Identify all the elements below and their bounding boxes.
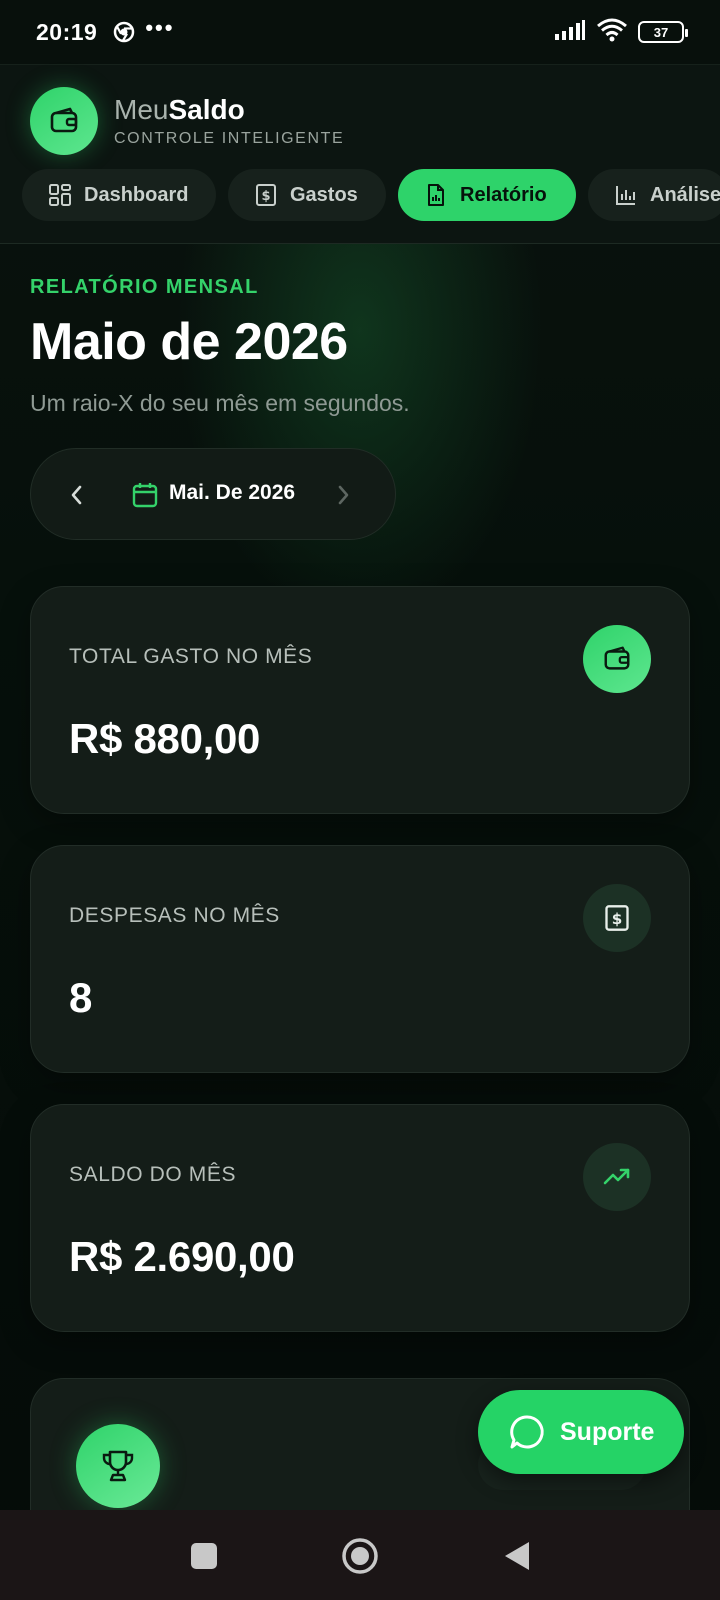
more-notifications-icon: ••• xyxy=(145,15,175,40)
page-title: Maio de 2026 xyxy=(30,313,348,371)
card-value: 8 xyxy=(69,974,93,1021)
status-time: 20:19 xyxy=(36,18,98,45)
recent-apps-icon[interactable] xyxy=(191,1543,217,1569)
card-value: R$ 2.690,00 xyxy=(69,1233,295,1280)
tab-label: Análise xyxy=(650,183,720,206)
chevron-right-icon[interactable] xyxy=(331,481,355,509)
chat-bubble-icon xyxy=(508,1413,546,1451)
system-navigation-bar xyxy=(0,1510,720,1600)
battery-icon: 37 xyxy=(638,21,688,43)
receipt-icon: $ xyxy=(254,183,278,207)
dashboard-icon xyxy=(48,183,72,207)
tab-label: Relatório xyxy=(460,183,547,206)
card-saldo: SALDO DO MÊS R$ 2.690,00 xyxy=(30,1104,690,1332)
receipt-icon: $ xyxy=(583,884,651,952)
month-label[interactable]: Mai. De 2026 xyxy=(169,481,295,505)
brand-text: MeuSaldo CONTROLE INTELIGENTE xyxy=(114,94,344,148)
card-total-gasto: TOTAL GASTO NO MÊS R$ 880,00 xyxy=(30,586,690,814)
card-value: R$ 880,00 xyxy=(69,715,261,762)
wallet-icon xyxy=(30,87,98,155)
card-label: DESPESAS NO MÊS xyxy=(69,904,280,927)
trending-up-icon xyxy=(583,1143,651,1211)
chrome-icon xyxy=(113,21,135,43)
wifi-icon xyxy=(596,18,628,47)
card-despesas: DESPESAS NO MÊS 8 $ xyxy=(30,845,690,1073)
support-label: Suporte xyxy=(560,1417,655,1446)
status-bar: 20:19 ••• 37 xyxy=(0,0,720,64)
brand-name: MeuSaldo xyxy=(114,94,344,126)
wallet-icon xyxy=(583,625,651,693)
brand[interactable]: MeuSaldo CONTROLE INTELIGENTE xyxy=(30,87,344,155)
card-label: TOTAL GASTO NO MÊS xyxy=(69,645,313,668)
report-icon xyxy=(424,183,448,207)
app-header: MeuSaldo CONTROLE INTELIGENTE Dashboard … xyxy=(0,64,720,244)
calendar-icon xyxy=(131,481,159,509)
tab-relatorio[interactable]: Relatório xyxy=(398,169,576,221)
page-eyebrow: RELATÓRIO MENSAL xyxy=(30,276,259,298)
tab-gastos[interactable]: $ Gastos xyxy=(228,169,386,221)
signal-icon xyxy=(554,19,586,46)
svg-text:$: $ xyxy=(612,910,623,928)
brand-tagline: CONTROLE INTELIGENTE xyxy=(114,130,345,147)
support-button[interactable]: Suporte xyxy=(478,1390,684,1474)
tab-label: Dashboard xyxy=(84,183,189,206)
brand-name-bold: Saldo xyxy=(168,94,245,125)
trophy-icon xyxy=(76,1424,160,1508)
tab-dashboard[interactable]: Dashboard xyxy=(22,169,216,221)
brand-name-light: Meu xyxy=(114,94,169,125)
tab-label: Gastos xyxy=(290,183,358,206)
month-selector: Mai. De 2026 xyxy=(30,448,396,540)
card-label: SALDO DO MÊS xyxy=(69,1163,237,1186)
status-icons: 37 xyxy=(554,18,688,47)
nav-tabs: Dashboard $ Gastos Relatório Análise xyxy=(22,169,720,221)
bar-chart-icon xyxy=(614,183,638,207)
page-subtitle: Um raio-X do seu mês em segundos. xyxy=(30,390,410,416)
svg-text:$: $ xyxy=(261,189,270,204)
chevron-left-icon[interactable] xyxy=(65,481,89,509)
tab-analise[interactable]: Análise xyxy=(588,169,720,221)
back-icon[interactable] xyxy=(503,1540,531,1572)
home-icon[interactable] xyxy=(340,1536,380,1576)
battery-level: 37 xyxy=(653,24,669,40)
